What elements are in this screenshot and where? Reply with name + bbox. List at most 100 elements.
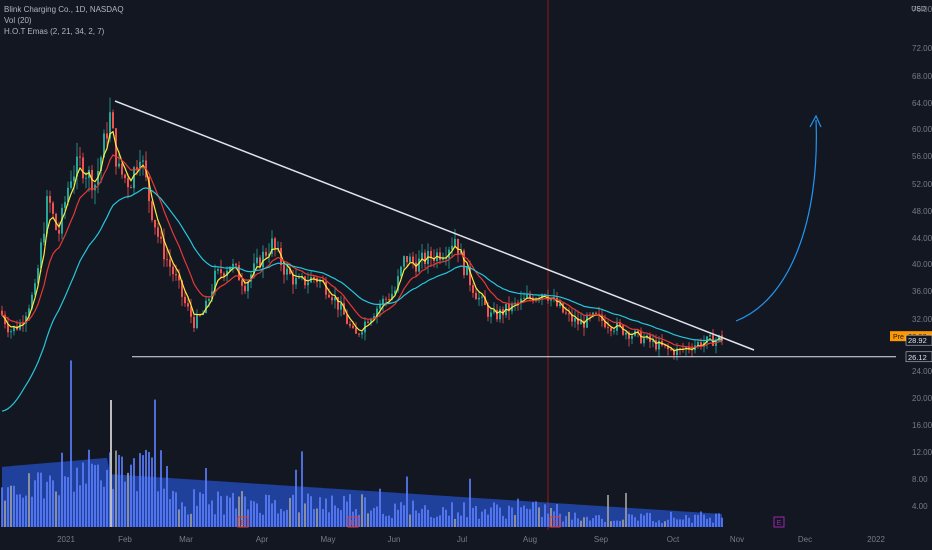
volume-bar: [487, 514, 489, 527]
volume-bar: [505, 518, 507, 527]
candle-body: [412, 256, 414, 263]
candle-body: [361, 332, 363, 335]
y-tick-label: 32.00: [912, 315, 932, 324]
volume-bar: [160, 450, 162, 527]
volume-bar: [667, 519, 669, 527]
candle-body: [523, 297, 525, 299]
volume-bar: [448, 515, 450, 527]
candle-body: [574, 317, 576, 322]
volume-bar: [370, 510, 372, 527]
volume-bar: [646, 512, 648, 527]
candle-body: [643, 338, 645, 344]
volume-bar: [571, 519, 573, 527]
volume-bar: [202, 493, 204, 527]
earnings-marker-label: E: [351, 520, 356, 527]
volume-bar: [133, 458, 135, 527]
volume-bar: [313, 508, 315, 527]
volume-bar: [58, 495, 60, 527]
y-tick-label: 40.00: [912, 260, 932, 269]
x-tick-label: 2021: [57, 535, 75, 544]
volume-bar: [523, 505, 525, 527]
volume-bar: [691, 522, 693, 527]
volume-bar: [382, 513, 384, 527]
volume-bar: [7, 487, 9, 527]
volume-bar: [547, 513, 549, 527]
price-chart[interactable]: 76.0072.0068.0064.0060.0056.0052.0048.00…: [0, 0, 932, 550]
candle-body: [409, 256, 411, 263]
volume-bar: [634, 517, 636, 527]
x-tick-label: Nov: [730, 535, 744, 544]
volume-bar: [151, 457, 153, 527]
y-tick-label: 36.00: [912, 287, 932, 296]
volume-bar: [46, 481, 48, 527]
volume-bar: [310, 496, 312, 527]
volume-bar: [34, 480, 36, 527]
volume-bar: [676, 519, 678, 527]
volume-bar: [232, 492, 234, 527]
volume-bar: [577, 518, 579, 527]
candle-body: [274, 238, 276, 249]
candle-body: [187, 303, 189, 307]
volume-bar: [709, 517, 711, 527]
candle-body: [58, 229, 60, 234]
candle-body: [172, 266, 174, 275]
volume-bar: [622, 519, 624, 527]
candle-body: [220, 269, 222, 274]
candle-body: [463, 250, 465, 276]
volume-bar: [544, 504, 546, 527]
price-tag-value: 28.92: [908, 336, 927, 345]
volume-bar: [250, 500, 252, 527]
candle-body: [637, 330, 639, 332]
candle-body: [154, 219, 156, 228]
volume-bar: [265, 494, 267, 527]
volume-bar: [430, 517, 432, 527]
volume-bar: [121, 456, 123, 527]
y-tick-label: 68.00: [912, 72, 932, 81]
volume-bar: [127, 472, 129, 527]
volume-bar: [664, 521, 666, 527]
candle-body: [217, 269, 219, 271]
volume-bar: [43, 498, 45, 527]
candle-body: [490, 312, 492, 317]
candle-body: [112, 112, 114, 129]
y-tick-label: 72.00: [912, 44, 932, 53]
volume-bar: [217, 491, 219, 527]
candle-body: [403, 256, 405, 267]
volume-bar: [403, 505, 405, 527]
volume-bar: [211, 500, 213, 527]
volume-bar: [142, 455, 144, 527]
volume-bar: [22, 497, 24, 527]
candle-body: [385, 298, 387, 300]
candle-body: [151, 201, 153, 220]
candle-body: [52, 202, 54, 214]
volume-bar: [124, 481, 126, 527]
candle-body: [457, 238, 459, 254]
volume-bar: [196, 505, 198, 527]
volume-bar: [499, 507, 501, 527]
volume-bar: [289, 498, 291, 527]
volume-bar: [70, 360, 72, 527]
volume-bar: [307, 493, 309, 527]
volume-bar: [226, 495, 228, 527]
x-tick-label: Mar: [179, 535, 193, 544]
volume-bar: [298, 512, 300, 527]
x-tick-label: 2022: [867, 535, 885, 544]
volume-bar: [208, 504, 210, 527]
volume-bar: [574, 512, 576, 527]
candle-body: [127, 178, 129, 188]
volume-bar: [67, 477, 69, 527]
x-tick-label: Dec: [798, 535, 812, 544]
candle-body: [313, 276, 315, 279]
volume-bar: [343, 495, 345, 527]
volume-bar: [526, 508, 528, 527]
y-tick-label: 16.00: [912, 421, 932, 430]
volume-bar: [472, 507, 474, 527]
volume-bar: [598, 515, 600, 527]
candle-body: [118, 163, 120, 167]
candle-body: [262, 251, 264, 268]
x-tick-label: Jun: [388, 535, 401, 544]
volume-bar: [418, 513, 420, 527]
candle-body: [193, 316, 195, 329]
volume-bar: [364, 497, 366, 527]
x-tick-label: May: [320, 535, 335, 544]
